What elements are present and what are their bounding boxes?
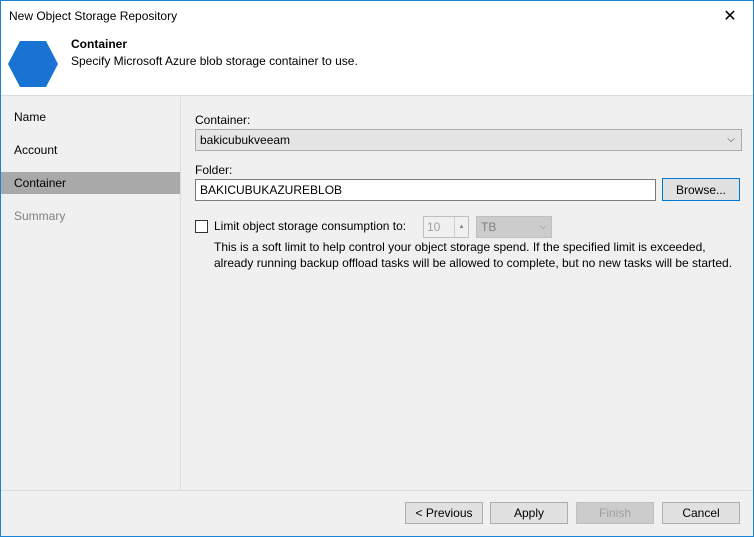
sidebar-item-summary: Summary [14,209,66,223]
sidebar-item-account[interactable]: Account [1,139,180,161]
wizard-steps-sidebar: Name Account Container Summary [1,97,181,490]
limit-unit-value: TB [481,220,497,234]
folder-input[interactable]: BAKICUBUKAZUREBLOB [195,179,656,201]
stepper-arrows: ▲ ▼ [454,217,468,250]
limit-label: Limit object storage consumption to: [214,219,407,233]
sidebar-item-name[interactable]: Name [1,106,180,128]
apply-button[interactable]: Apply [490,502,568,524]
container-select-value: bakicubukveeam [200,133,291,147]
stepper-up-icon: ▲ [458,224,465,230]
container-label: Container: [195,113,251,127]
wizard-footer: < Previous Apply Finish Cancel [1,490,753,536]
chevron-down-icon: ⌵ [727,134,735,145]
step-subtitle: Specify Microsoft Azure blob storage con… [71,54,358,68]
close-button[interactable]: ✕ [707,1,753,31]
cancel-button[interactable]: Cancel [662,502,740,524]
limit-description: This is a soft limit to help control you… [214,240,733,270]
step-title: Container [71,37,128,51]
sidebar-item-container[interactable]: Container [1,172,180,194]
wizard-header: Container Specify Microsoft Azure blob s… [1,31,753,96]
wizard-window: New Object Storage Repository ✕ Containe… [0,0,754,537]
limit-value: 10 [427,220,441,234]
close-icon: ✕ [723,8,737,25]
limit-unit-select: TB ⌵ [476,216,552,238]
hexagon-icon [8,41,58,87]
folder-label: Folder: [195,163,233,177]
finish-button: Finish [576,502,654,524]
step-content: Container: bakicubukveeam ⌵ Folder: BAKI… [182,97,753,490]
chevron-down-icon: ⌵ [539,221,547,232]
browse-button[interactable]: Browse... [662,178,740,201]
previous-button[interactable]: < Previous [405,502,483,524]
limit-checkbox[interactable] [195,220,208,233]
window-title: New Object Storage Repository [9,9,178,23]
container-select[interactable]: bakicubukveeam ⌵ [195,129,742,151]
title-bar: New Object Storage Repository ✕ [1,1,753,31]
limit-stepper: 10 ▲ ▼ [423,216,469,250]
